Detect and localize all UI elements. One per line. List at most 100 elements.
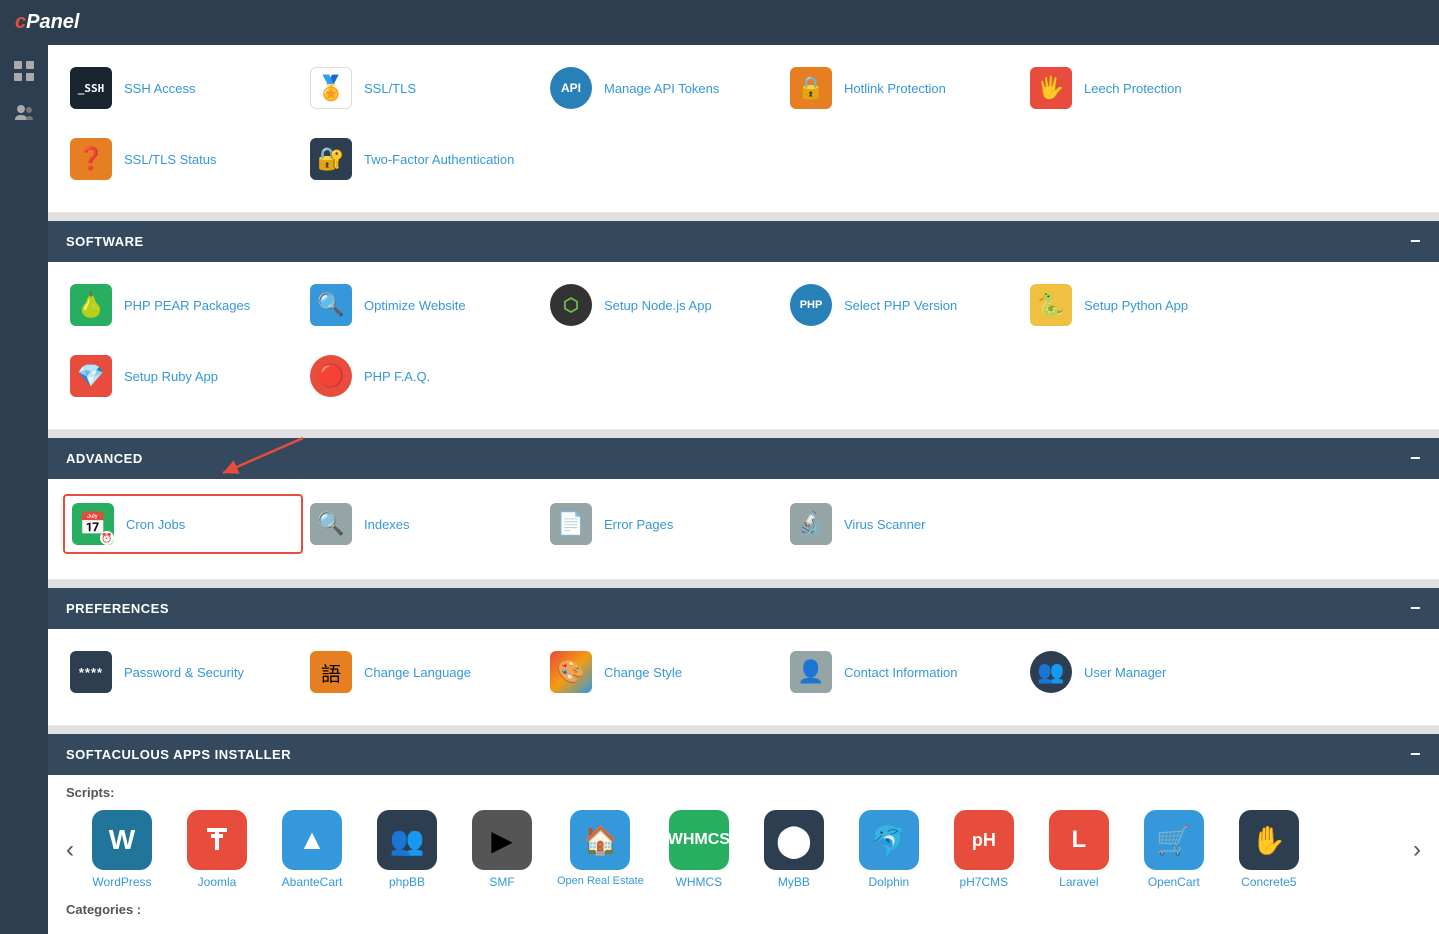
script-whmcs[interactable]: WHMCS WHMCS xyxy=(659,810,739,889)
password-security-icon: **** xyxy=(68,649,114,695)
script-abantecart[interactable]: ▲ AbanteCart xyxy=(272,810,352,889)
item-optimize[interactable]: 🔍 Optimize Website xyxy=(303,277,543,333)
item-indexes[interactable]: 🔍 Indexes xyxy=(303,494,543,554)
cat-polls[interactable]: Polls and xyxy=(984,927,1056,934)
users-icon[interactable] xyxy=(8,97,40,129)
item-leech[interactable]: 🖐️ Leech Protection xyxy=(1023,60,1263,116)
advanced-items-row: 📅 ⏰ Cron Jobs 🔍 Indexes xyxy=(48,479,1439,580)
user-manager-label: User Manager xyxy=(1084,665,1166,680)
categories-label: Categories : xyxy=(48,894,1439,922)
concrete5-label: Concrete5 xyxy=(1241,875,1296,889)
software-header-label: SOFTWARE xyxy=(66,234,144,249)
python-label: Setup Python App xyxy=(1084,298,1188,313)
script-ph7cms[interactable]: pH pH7CMS xyxy=(944,810,1024,889)
grid-icon[interactable] xyxy=(8,55,40,87)
error-pages-label: Error Pages xyxy=(604,517,673,532)
main-content: _SSH SSH Access 🏅 SSL/TLS xyxy=(48,45,1439,934)
software-section-header: SOFTWARE − xyxy=(48,221,1439,262)
calendars-cat-icon xyxy=(749,927,799,934)
image-cat-icon xyxy=(421,927,471,934)
scripts-prev-arrow[interactable]: ‹ xyxy=(58,831,82,869)
cat-project[interactable]: Project xyxy=(1066,927,1138,934)
item-python[interactable]: 🐍 Setup Python App xyxy=(1023,277,1263,333)
script-phpbb[interactable]: 👥 phpBB xyxy=(367,810,447,889)
nodejs-icon: ⬡ xyxy=(548,282,594,328)
item-nodejs[interactable]: ⬡ Setup Node.js App xyxy=(543,277,783,333)
cat-gaming[interactable]: Gaming xyxy=(820,927,892,934)
item-php-pear[interactable]: 🍐 PHP PEAR Packages xyxy=(63,277,303,333)
cat-image[interactable]: Image xyxy=(410,927,482,934)
softaculous-collapse-btn[interactable]: − xyxy=(1410,744,1421,765)
item-php-faq[interactable]: 🔴 PHP F.A.Q. xyxy=(303,348,543,404)
item-hotlink[interactable]: 🔒 Hotlink Protection xyxy=(783,60,1023,116)
item-contact-info[interactable]: 👤 Contact Information xyxy=(783,644,1023,700)
script-dolphin[interactable]: 🐬 Dolphin xyxy=(849,810,929,889)
advanced-collapse-btn[interactable]: − xyxy=(1410,448,1421,469)
sidebar xyxy=(0,45,48,934)
laravel-label: Laravel xyxy=(1059,875,1098,889)
cat-mails[interactable]: Mails xyxy=(902,927,974,934)
cat-ad[interactable]: Ad xyxy=(656,927,728,934)
scripts-next-arrow[interactable]: › xyxy=(1405,831,1429,869)
change-language-label: Change Language xyxy=(364,665,471,680)
leech-label: Leech Protection xyxy=(1084,81,1182,96)
change-style-label: Change Style xyxy=(604,665,682,680)
cat-wikis[interactable]: Wikis xyxy=(492,927,564,934)
item-change-style[interactable]: 🎨 Change Style xyxy=(543,644,783,700)
dolphin-label: Dolphin xyxy=(868,875,909,889)
scripts-label: Scripts: xyxy=(48,775,1439,805)
change-style-icon: 🎨 xyxy=(548,649,594,695)
cat-blogs[interactable]: Blogs xyxy=(82,927,154,934)
script-joomla[interactable]: Joomla xyxy=(177,810,257,889)
whmcs-label: WHMCS xyxy=(676,875,723,889)
item-manage-api[interactable]: API Manage API Tokens xyxy=(543,60,783,116)
cat-erp[interactable]: ERP xyxy=(1230,927,1302,934)
item-select-php[interactable]: PHP Select PHP Version xyxy=(783,277,1023,333)
item-two-factor[interactable]: 🔐 Two-Factor Authentication xyxy=(303,131,543,187)
cat-ecommerce[interactable]: E-Commerce xyxy=(1148,927,1220,934)
error-pages-icon: 📄 xyxy=(548,501,594,547)
ph7cms-label: pH7CMS xyxy=(960,875,1009,889)
security-items-row: _SSH SSH Access 🏅 SSL/TLS xyxy=(48,45,1439,213)
script-wordpress[interactable]: W WordPress xyxy=(82,810,162,889)
select-php-label: Select PHP Version xyxy=(844,298,957,313)
cat-portals[interactable]: Portals/CMS xyxy=(246,927,318,934)
item-cron-jobs[interactable]: 📅 ⏰ Cron Jobs xyxy=(63,494,303,554)
preferences-collapse-btn[interactable]: − xyxy=(1410,598,1421,619)
gaming-cat-icon xyxy=(831,927,881,934)
item-ssl-status[interactable]: ❓ SSL/TLS Status xyxy=(63,131,303,187)
software-collapse-btn[interactable]: − xyxy=(1410,231,1421,252)
item-error-pages[interactable]: 📄 Error Pages xyxy=(543,494,783,554)
cat-social[interactable]: Social xyxy=(574,927,646,934)
cron-jobs-label: Cron Jobs xyxy=(126,517,185,532)
top-nav: cPanel xyxy=(0,0,1439,45)
script-opencart[interactable]: 🛒 OpenCart xyxy=(1134,810,1214,889)
virus-scanner-icon: 🔬 xyxy=(788,501,834,547)
script-mybb[interactable]: ⬤ MyBB xyxy=(754,810,834,889)
item-ssl-tls[interactable]: 🏅 SSL/TLS xyxy=(303,60,543,116)
indexes-label: Indexes xyxy=(364,517,410,532)
item-password-security[interactable]: **** Password & Security xyxy=(63,644,303,700)
item-ssh-access[interactable]: _SSH SSH Access xyxy=(63,60,303,116)
micro-blogs-cat-icon xyxy=(175,927,225,934)
cat-forums[interactable]: Forums xyxy=(328,927,400,934)
cat-calendars[interactable]: Calendars xyxy=(738,927,810,934)
script-smf[interactable]: ▶ SMF xyxy=(462,810,542,889)
script-open-real-estate[interactable]: 🏠 Open Real Estate xyxy=(557,810,644,889)
php-pear-label: PHP PEAR Packages xyxy=(124,298,250,313)
item-ruby[interactable]: 💎 Setup Ruby App xyxy=(63,348,303,404)
item-user-manager[interactable]: 👥 User Manager xyxy=(1023,644,1263,700)
preferences-items-row: **** Password & Security 語 Change Langua… xyxy=(48,629,1439,726)
script-concrete5[interactable]: ✋ Concrete5 xyxy=(1229,810,1309,889)
advanced-header-label: ADVANCED xyxy=(66,451,143,466)
item-change-language[interactable]: 語 Change Language xyxy=(303,644,543,700)
contact-info-icon: 👤 xyxy=(788,649,834,695)
smf-label: SMF xyxy=(489,875,514,889)
manage-api-label: Manage API Tokens xyxy=(604,81,719,96)
categories-row: ‹ Blogs Micro Blogs xyxy=(48,922,1439,934)
item-virus-scanner[interactable]: 🔬 Virus Scanner xyxy=(783,494,1023,554)
cat-micro-blogs[interactable]: Micro Blogs xyxy=(164,927,236,934)
optimize-icon: 🔍 xyxy=(308,282,354,328)
two-factor-label: Two-Factor Authentication xyxy=(364,152,514,167)
script-laravel[interactable]: L Laravel xyxy=(1039,810,1119,889)
